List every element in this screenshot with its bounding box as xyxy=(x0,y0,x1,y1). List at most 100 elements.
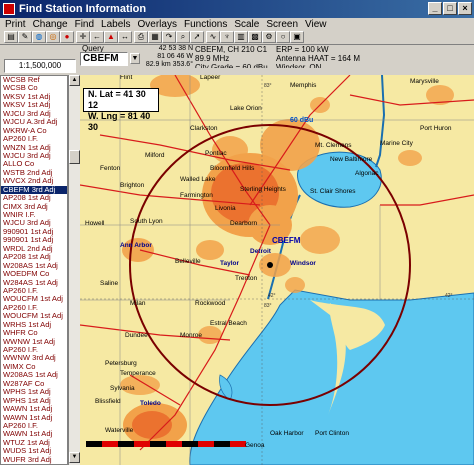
place-label: Estral Beach xyxy=(210,320,247,327)
app-icon xyxy=(3,3,15,15)
place-label: Fenton xyxy=(100,165,121,172)
station-list-scrollbar[interactable]: ▲ ▼ xyxy=(68,75,80,465)
place-label: Flint xyxy=(120,75,132,81)
signal-scale-bar xyxy=(86,441,246,447)
station-marker-icon[interactable] xyxy=(267,262,273,268)
place-label: Detroit xyxy=(250,248,272,255)
place-label: Milford xyxy=(145,152,165,159)
table-icon[interactable]: ▦ xyxy=(148,31,162,43)
chart-icon[interactable]: ▥ xyxy=(234,31,248,43)
clipboard-icon[interactable]: ▤ xyxy=(4,31,18,43)
place-label: South Lyon xyxy=(130,218,163,225)
place-label: Sylvania xyxy=(110,385,135,392)
latlng-lng: W. Lng = 81 40 30 xyxy=(88,111,151,132)
station-label: CBEFM xyxy=(272,236,301,245)
place-label: Dundee xyxy=(125,332,148,339)
place-label: Memphis xyxy=(290,82,317,89)
car-icon[interactable]: ▲ xyxy=(104,31,118,43)
arrows-icon[interactable]: ↔ xyxy=(118,31,132,43)
print-icon[interactable]: ⎙ xyxy=(134,31,148,43)
bearing-value: 353.6° xyxy=(172,61,193,68)
place-label: Walled Lake xyxy=(180,176,216,183)
globe-icon[interactable]: ◍ xyxy=(32,31,46,43)
antenna-icon[interactable]: ♆ xyxy=(220,31,234,43)
place-label: Taylor xyxy=(220,260,239,267)
scale-field[interactable]: 1:1,500,000 xyxy=(4,59,76,73)
circle-icon[interactable]: ○ xyxy=(276,31,290,43)
lng-tick-2: 83° xyxy=(264,83,272,89)
place-label: Trenton xyxy=(235,275,258,282)
menu-print[interactable]: Print xyxy=(5,19,26,30)
latlng-lat: N. Lat = 41 30 12 xyxy=(88,89,146,110)
lng-value: 81 06 46 W xyxy=(157,53,193,60)
place-label: Brighton xyxy=(120,182,145,189)
spiral-icon[interactable]: ↷ xyxy=(162,31,176,43)
place-label: Dearborn xyxy=(230,220,257,227)
menu-find[interactable]: Find xyxy=(75,19,94,30)
call-line: CBEFM, CH 210 C1 xyxy=(195,45,268,54)
target-icon[interactable]: ◎ xyxy=(46,31,60,43)
place-label: Oak Harbor xyxy=(270,430,304,437)
menu-labels[interactable]: Labels xyxy=(101,19,130,30)
save-icon[interactable]: ▣ xyxy=(290,31,304,43)
map-ruler xyxy=(80,68,474,75)
place-label: Waterville xyxy=(105,427,134,434)
close-button[interactable]: × xyxy=(458,2,472,15)
settings-icon[interactable]: ⚙ xyxy=(262,31,276,43)
red-circle-icon[interactable]: ● xyxy=(60,31,74,43)
place-label: Milan xyxy=(130,300,146,307)
maximize-button[interactable]: □ xyxy=(443,2,457,15)
station-list-item[interactable]: WUFR 3rd Adj xyxy=(1,455,67,464)
menu-functions[interactable]: Functions xyxy=(184,19,227,30)
haat-value: Antenna HAAT = 164 M xyxy=(276,54,360,63)
place-label: Lapeer xyxy=(200,75,221,81)
lat-value: 42 53 38 N xyxy=(158,45,193,52)
minimize-button[interactable]: _ xyxy=(428,2,442,15)
scroll-thumb[interactable] xyxy=(69,150,80,164)
coords-readout: 42 53 38 N 81 06 46 W 82.9 km 353.6° xyxy=(143,45,193,69)
lat-tick-1: 42° xyxy=(268,293,276,299)
place-label: Port Huron xyxy=(420,125,452,132)
place-label: Windsor xyxy=(290,260,316,267)
lng-tick-1: 83° xyxy=(264,303,272,309)
title-bar: Find Station Information _ □ × xyxy=(0,0,474,18)
place-label: Port Clinton xyxy=(315,430,349,437)
place-label: Clarkston xyxy=(190,125,218,132)
place-label: Livonia xyxy=(215,205,236,212)
place-label: Marine City xyxy=(380,140,414,147)
place-label: Genoa xyxy=(245,442,265,449)
wave-icon[interactable]: ∿ xyxy=(206,31,220,43)
grid-icon[interactable]: ▩ xyxy=(248,31,262,43)
scroll-up-button[interactable]: ▲ xyxy=(69,75,80,86)
place-label: Saline xyxy=(100,280,118,287)
magnify-icon[interactable]: ⌕ xyxy=(176,31,190,43)
coverage-map[interactable]: Flint Lapeer Memphis Marysville Lake Orion Po… xyxy=(80,75,474,465)
place-label: Pontiac xyxy=(205,150,227,157)
place-label: Ann Arbor xyxy=(120,242,152,249)
place-label: Rockwood xyxy=(195,300,226,307)
station-list[interactable]: WCSB Ref WCSB Co WKSV 1st Adj WKSV 1st Adj W… xyxy=(0,75,68,465)
place-label: Monroe xyxy=(180,332,202,339)
arrow-left-icon[interactable]: ← xyxy=(90,31,104,43)
place-label: Toledo xyxy=(140,400,161,407)
menu-view[interactable]: View xyxy=(305,19,327,30)
paint-icon[interactable]: ✎ xyxy=(18,31,32,43)
latlng-readout: N. Lat = 41 30 12 W. Lng = 81 40 30 xyxy=(83,88,159,132)
cross-icon[interactable]: ✛ xyxy=(76,31,90,43)
place-label: New Baltimore xyxy=(330,156,373,163)
place-label: Temperance xyxy=(120,370,156,377)
place-label: Bloomfield Hills xyxy=(210,165,255,172)
menu-scale[interactable]: Scale xyxy=(234,19,259,30)
query-input[interactable]: CBEFM xyxy=(80,52,128,66)
map-canvas[interactable]: Flint Lapeer Memphis Marysville Lake Orion Po… xyxy=(80,75,474,465)
place-label: Blissfield xyxy=(95,398,121,405)
pointer-icon[interactable]: ➚ xyxy=(190,31,204,43)
menu-overlays[interactable]: Overlays xyxy=(138,19,177,30)
menu-change[interactable]: Change xyxy=(33,19,68,30)
scroll-down-button[interactable]: ▼ xyxy=(69,452,80,463)
dbu-label: 60 dBu xyxy=(290,117,313,124)
menu-screen[interactable]: Screen xyxy=(266,19,298,30)
query-dropdown-button[interactable]: ▼ xyxy=(130,53,140,64)
place-label: Howell xyxy=(85,220,105,227)
place-label: Sterling Heights xyxy=(240,186,287,193)
